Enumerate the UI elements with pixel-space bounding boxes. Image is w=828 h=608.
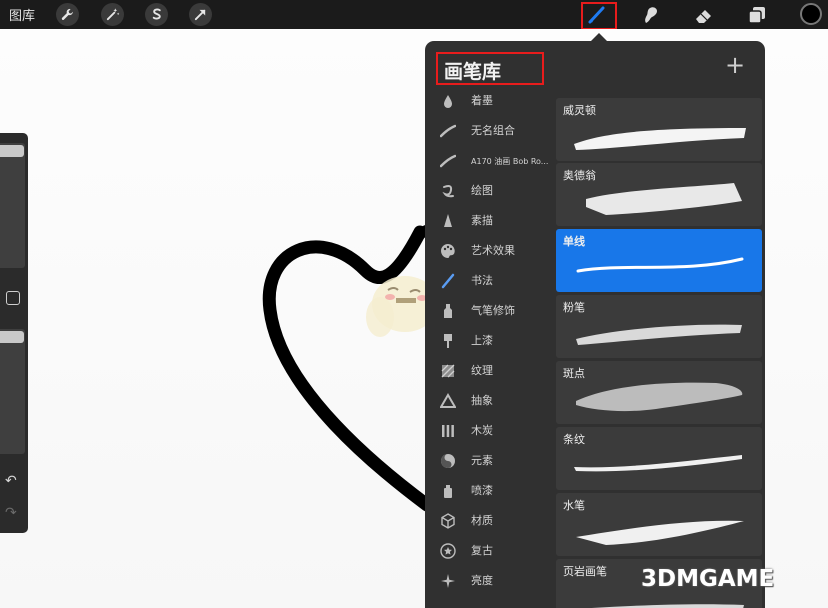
brush-stroke-preview	[576, 257, 744, 273]
watermark-text: 3DMGAME	[641, 566, 775, 592]
category-item[interactable]: 亮度	[425, 566, 555, 596]
spray-can-icon	[439, 482, 457, 500]
category-item[interactable]: 气笔修饰	[425, 296, 555, 326]
opacity-thumb[interactable]	[0, 331, 24, 343]
brush-item[interactable]: 条纹	[556, 427, 762, 490]
add-brush-button[interactable]: +	[725, 53, 745, 77]
brush-item[interactable]: 粉笔	[556, 295, 762, 358]
charcoal-icon	[439, 422, 457, 440]
left-sidebar: ↶ ↷	[0, 133, 28, 533]
brush-item[interactable]: 斑点	[556, 361, 762, 424]
category-item[interactable]: 着墨	[425, 86, 555, 116]
star-badge-icon	[439, 542, 457, 560]
ink-drop-icon	[439, 92, 457, 110]
title-highlight-box	[436, 52, 544, 85]
squiggle-icon	[439, 182, 457, 200]
palette-icon	[439, 242, 457, 260]
brush-stroke-preview	[576, 324, 742, 345]
brush-library-panel: 画笔库 + 着墨 无名组合 A170 油画 Bob Ro... 绘图 素描 艺术…	[425, 41, 765, 608]
stroke-icon	[439, 152, 457, 170]
brush-item[interactable]: 水笔	[556, 493, 762, 556]
brush-stroke-preview	[586, 183, 742, 215]
brush-stroke-preview	[576, 520, 744, 545]
brush-stroke-preview	[574, 128, 746, 150]
triangle-icon	[439, 392, 457, 410]
category-item[interactable]: 复古	[425, 536, 555, 566]
brush-item[interactable]: 奥德翁	[556, 163, 762, 226]
category-item[interactable]: 纹理	[425, 356, 555, 386]
brush-size-slider[interactable]	[0, 143, 25, 268]
paint-brush-icon	[439, 332, 457, 350]
yin-yang-icon	[439, 452, 457, 470]
modify-button[interactable]	[6, 291, 20, 305]
cube-icon	[439, 512, 457, 530]
stroke-icon	[439, 122, 457, 140]
category-item[interactable]: 素描	[425, 206, 555, 236]
category-item[interactable]: 喷漆	[425, 476, 555, 506]
category-item[interactable]: A170 油画 Bob Ro...	[425, 146, 555, 176]
pencil-tip-icon	[439, 212, 457, 230]
brush-item-selected[interactable]: 单线	[556, 229, 762, 292]
airbrush-icon	[439, 302, 457, 320]
category-item[interactable]: 木炭	[425, 416, 555, 446]
brush-item[interactable]: 威灵顿	[556, 98, 762, 161]
undo-icon[interactable]: ↶	[5, 473, 17, 489]
opacity-slider[interactable]	[0, 329, 25, 454]
brush-stroke-preview	[574, 455, 742, 472]
category-item[interactable]: 上漆	[425, 326, 555, 356]
category-item[interactable]: 抽象	[425, 386, 555, 416]
redo-icon[interactable]: ↷	[5, 505, 17, 521]
brush-size-thumb[interactable]	[0, 145, 24, 157]
category-item[interactable]: 绘图	[425, 176, 555, 206]
category-item[interactable]: 元素	[425, 446, 555, 476]
texture-icon	[439, 362, 457, 380]
category-item[interactable]: 材质	[425, 506, 555, 536]
brush-stroke-preview	[576, 382, 743, 412]
calligraphy-pen-icon	[439, 272, 457, 290]
category-item[interactable]: 艺术效果	[425, 236, 555, 266]
sparkle-icon	[439, 572, 457, 590]
category-item[interactable]: 无名组合	[425, 116, 555, 146]
category-item[interactable]: 书法	[425, 266, 555, 296]
